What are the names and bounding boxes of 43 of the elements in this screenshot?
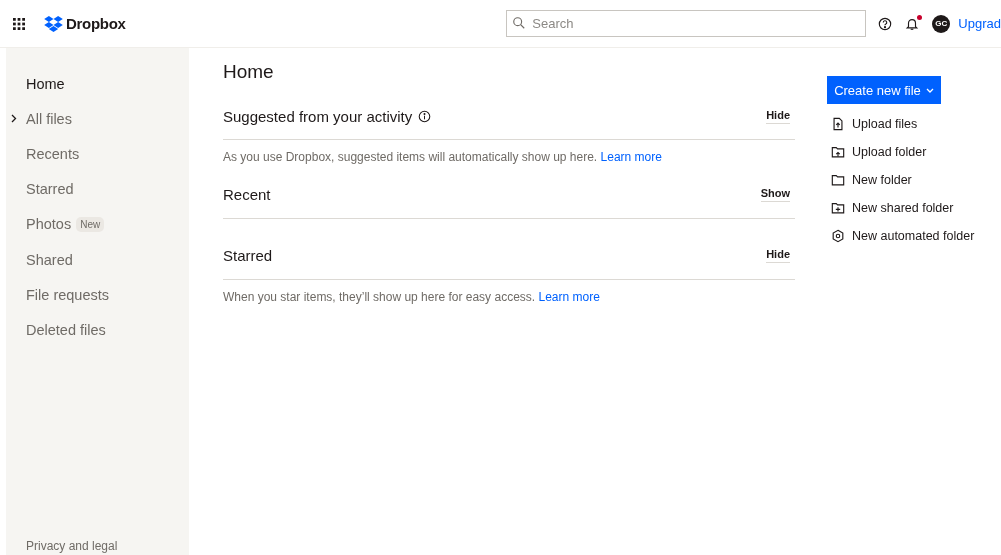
section-description: When you star items, they’ll show up here for easy access. Learn more bbox=[223, 289, 601, 306]
bell-icon[interactable] bbox=[905, 16, 920, 31]
chevron-icon[interactable] bbox=[11, 114, 17, 124]
gear-icon bbox=[831, 229, 845, 243]
action-link[interactable]: New shared folder bbox=[852, 201, 954, 215]
folder-plus-icon bbox=[831, 201, 845, 215]
search-field[interactable]: Search bbox=[506, 10, 867, 37]
upload-file-icon bbox=[831, 117, 845, 131]
new-badge: New bbox=[76, 216, 105, 232]
action-link[interactable]: New folder bbox=[852, 173, 912, 187]
section-description: As you use Dropbox, suggested items will automatically show up here. Learn more bbox=[223, 150, 663, 166]
toggle-button[interactable]: Show bbox=[760, 187, 790, 203]
search-icon bbox=[512, 16, 527, 30]
action-link[interactable]: Upload folder bbox=[852, 145, 927, 159]
sidebar-item[interactable]: Recents bbox=[6, 136, 189, 172]
page-title: Home bbox=[223, 61, 275, 83]
logo-icon bbox=[44, 15, 63, 32]
toggle-button[interactable]: Hide bbox=[766, 108, 790, 124]
help-icon[interactable] bbox=[878, 16, 893, 31]
section-title: Suggested from your activity bbox=[223, 107, 413, 125]
create-file-button[interactable]: Create new file bbox=[827, 76, 941, 104]
folder-icon bbox=[831, 173, 845, 187]
learn-more-link[interactable]: Learn more bbox=[600, 150, 662, 164]
sidebar-item[interactable]: Shared bbox=[6, 241, 189, 278]
section-title: Recent bbox=[223, 186, 271, 204]
action-link[interactable]: Upload files bbox=[852, 117, 918, 131]
sidebar-item[interactable]: All files bbox=[6, 101, 189, 137]
toggle-button[interactable]: Hide bbox=[766, 248, 790, 264]
upgrade-link[interactable]: Upgrad bbox=[958, 16, 1001, 31]
logo-text: Dropbox bbox=[66, 15, 126, 32]
sidebar-item[interactable]: Starred bbox=[6, 171, 189, 207]
apps-menu-icon[interactable] bbox=[13, 17, 25, 30]
learn-more-link[interactable]: Learn more bbox=[538, 289, 600, 304]
privacy-link[interactable]: Privacy and legal bbox=[6, 539, 189, 555]
avatar[interactable]: GC bbox=[932, 14, 951, 33]
sidebar-item[interactable]: File requests bbox=[6, 277, 189, 313]
section-title: Starred bbox=[223, 247, 273, 265]
sidebar-item[interactable]: Photos bbox=[26, 216, 72, 233]
sidebar-item[interactable]: Home bbox=[6, 66, 189, 102]
caret-icon bbox=[925, 87, 934, 93]
upload-folder-icon bbox=[831, 145, 845, 159]
sidebar-item[interactable]: Deleted files bbox=[6, 312, 189, 348]
action-link[interactable]: New automated folder bbox=[852, 229, 975, 243]
